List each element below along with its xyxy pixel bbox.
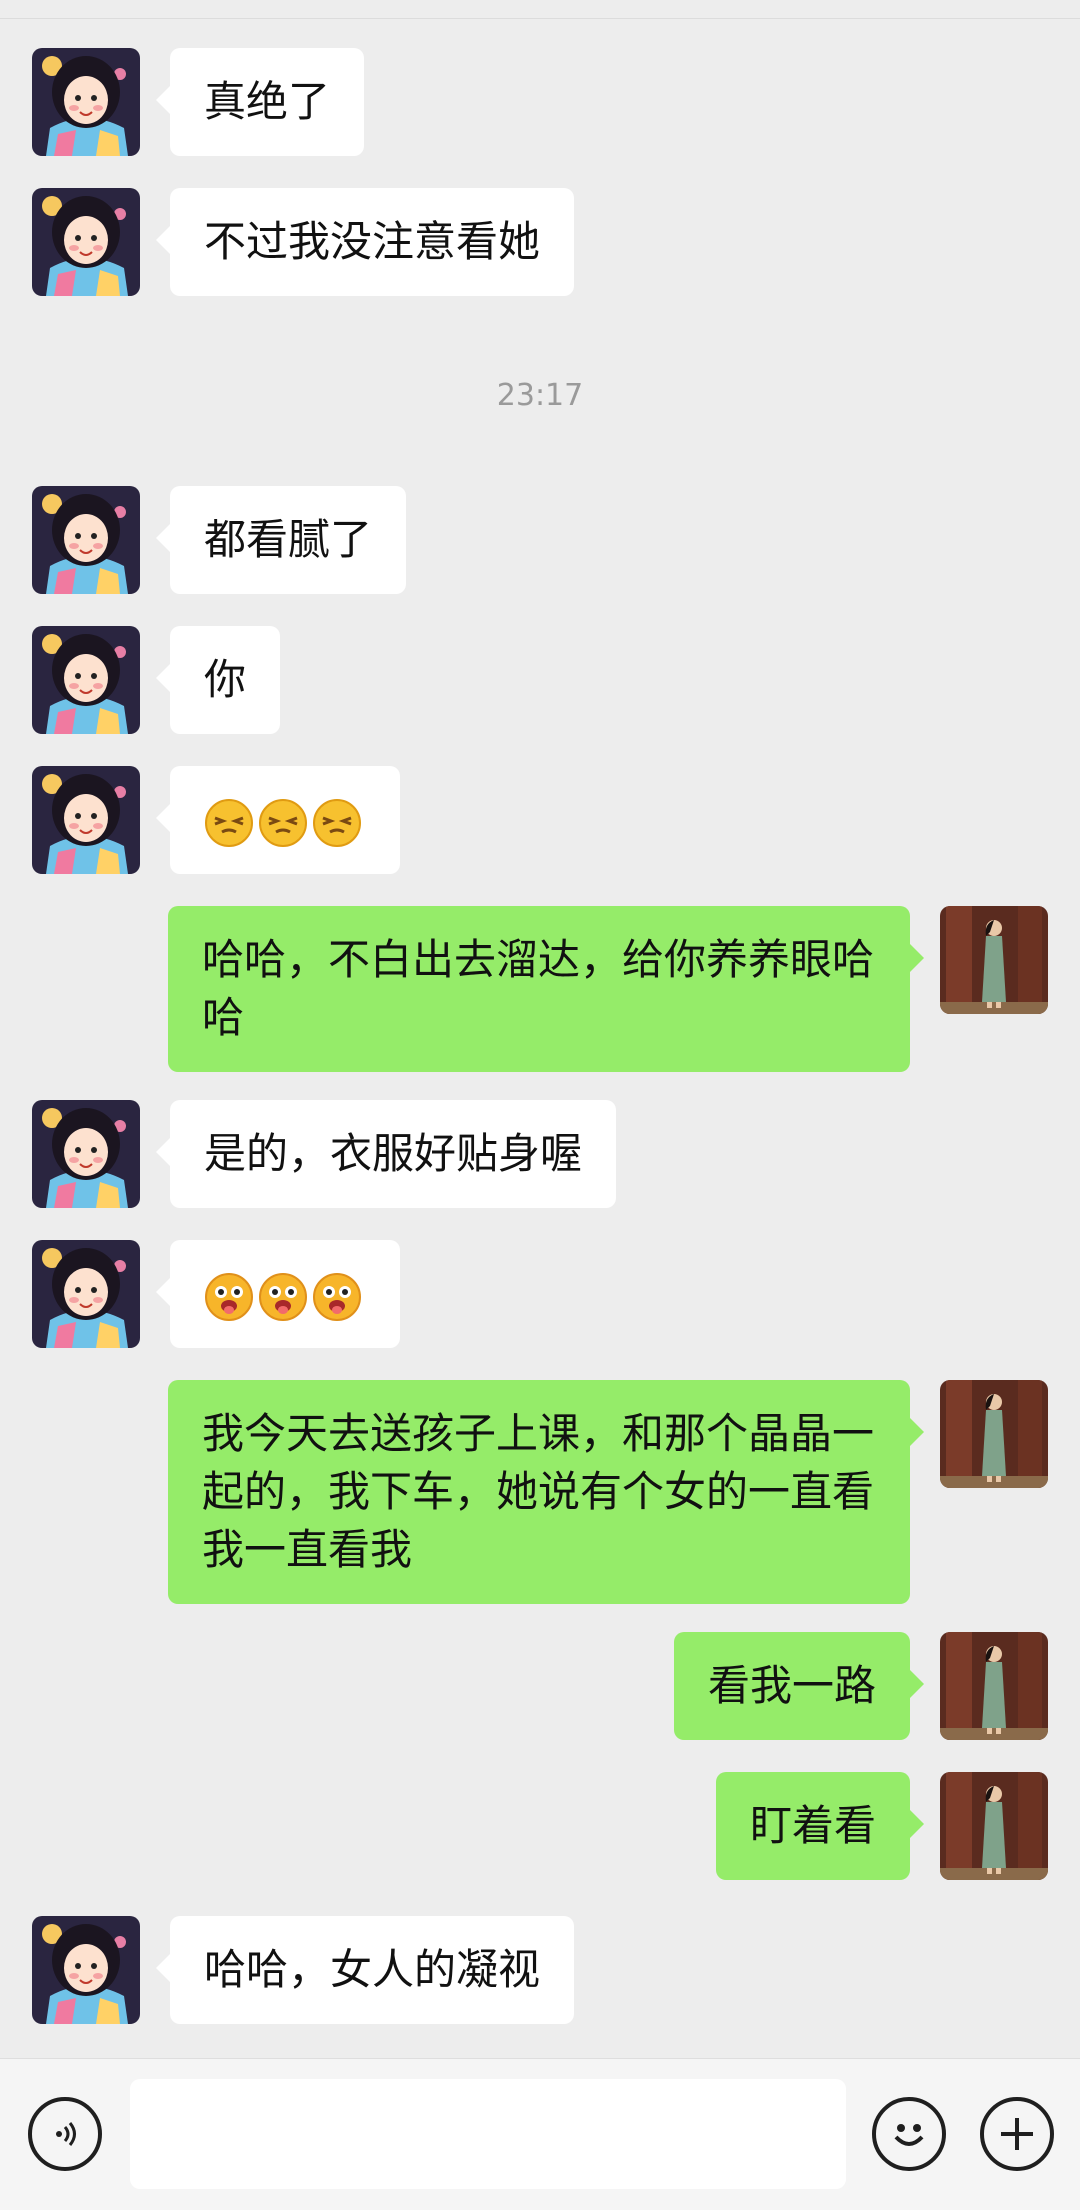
my-avatar[interactable] <box>940 1632 1048 1740</box>
my-avatar[interactable] <box>940 1772 1048 1880</box>
chat-message-list[interactable]: 真绝了 不过我没注意看她 23:17 都看腻了 你 哈哈，不白出去溜达，给你养养… <box>0 18 1080 2058</box>
voice-button[interactable] <box>28 2097 102 2171</box>
timestamp-divider: 23:17 <box>496 378 584 413</box>
incoming-message-bubble[interactable]: 真绝了 <box>155 48 365 156</box>
contact-avatar[interactable] <box>32 486 140 594</box>
smirk-emoji-icon <box>258 798 308 848</box>
my-avatar[interactable] <box>940 1380 1048 1488</box>
top-divider <box>0 0 1080 19</box>
contact-avatar[interactable] <box>32 48 140 156</box>
incoming-message-bubble[interactable]: 都看腻了 <box>155 486 407 594</box>
voice-icon <box>56 2122 76 2146</box>
outgoing-message-bubble[interactable]: 我今天去送孩子上课，和那个晶晶一起的，我下车，她说有个女的一直看我一直看我 <box>168 1380 924 1604</box>
smirk-emoji-icon <box>312 798 362 848</box>
outgoing-message-bubble[interactable]: 哈哈，不白出去溜达，给你养养眼哈哈 <box>168 906 924 1072</box>
contact-avatar[interactable] <box>32 188 140 296</box>
emoji-button[interactable] <box>872 2097 946 2171</box>
drool-emoji-icon <box>312 1272 362 1322</box>
drool-emoji-icon <box>258 1272 308 1322</box>
contact-avatar[interactable] <box>32 766 140 874</box>
drool-emoji-icon <box>204 1272 254 1322</box>
input-bar <box>0 2058 1080 2210</box>
contact-avatar[interactable] <box>32 1240 140 1348</box>
incoming-message-bubble[interactable]: 你 <box>155 626 281 734</box>
my-avatar[interactable] <box>940 906 1048 1014</box>
plus-icon <box>1001 2118 1033 2150</box>
message-input[interactable] <box>130 2079 846 2189</box>
contact-avatar[interactable] <box>32 1916 140 2024</box>
incoming-message-bubble[interactable]: 是的，衣服好贴身喔 <box>155 1100 617 1208</box>
incoming-message-bubble[interactable]: 哈哈，女人的凝视 <box>155 1916 575 2024</box>
more-button[interactable] <box>980 2097 1054 2171</box>
incoming-emoji-bubble[interactable] <box>156 1240 400 1348</box>
outgoing-message-bubble[interactable]: 看我一路 <box>673 1632 925 1740</box>
contact-avatar[interactable] <box>32 1100 140 1208</box>
emoji-smile-icon <box>894 2124 924 2146</box>
outgoing-message-bubble[interactable]: 盯着看 <box>715 1772 925 1880</box>
smirk-emoji-icon <box>204 798 254 848</box>
incoming-message-bubble[interactable]: 不过我没注意看她 <box>155 188 575 296</box>
incoming-emoji-bubble[interactable] <box>156 766 400 874</box>
contact-avatar[interactable] <box>32 626 140 734</box>
